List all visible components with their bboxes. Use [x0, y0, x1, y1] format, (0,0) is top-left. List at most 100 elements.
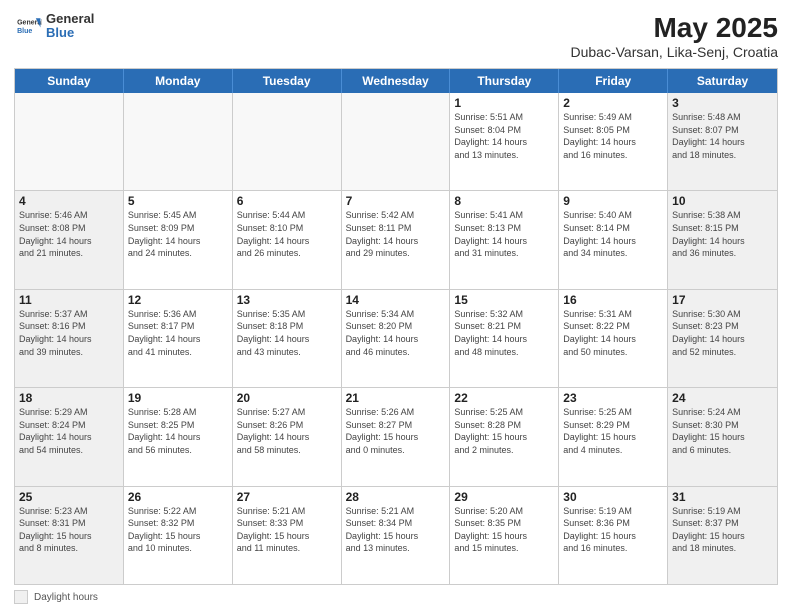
day-24: 24Sunrise: 5:24 AMSunset: 8:30 PMDayligh… — [668, 388, 777, 485]
day-27: 27Sunrise: 5:21 AMSunset: 8:33 PMDayligh… — [233, 487, 342, 584]
day-number-11: 11 — [19, 293, 119, 307]
day-number-25: 25 — [19, 490, 119, 504]
day-number-8: 8 — [454, 194, 554, 208]
day-number-3: 3 — [672, 96, 773, 110]
day-number-7: 7 — [346, 194, 446, 208]
day-number-22: 22 — [454, 391, 554, 405]
day-info-4: Sunrise: 5:46 AMSunset: 8:08 PMDaylight:… — [19, 209, 119, 259]
day-1: 1Sunrise: 5:51 AMSunset: 8:04 PMDaylight… — [450, 93, 559, 190]
day-info-19: Sunrise: 5:28 AMSunset: 8:25 PMDaylight:… — [128, 406, 228, 456]
day-11: 11Sunrise: 5:37 AMSunset: 8:16 PMDayligh… — [15, 290, 124, 387]
day-info-21: Sunrise: 5:26 AMSunset: 8:27 PMDaylight:… — [346, 406, 446, 456]
day-15: 15Sunrise: 5:32 AMSunset: 8:21 PMDayligh… — [450, 290, 559, 387]
day-3: 3Sunrise: 5:48 AMSunset: 8:07 PMDaylight… — [668, 93, 777, 190]
header-wednesday: Wednesday — [342, 69, 451, 93]
day-number-31: 31 — [672, 490, 773, 504]
day-6: 6Sunrise: 5:44 AMSunset: 8:10 PMDaylight… — [233, 191, 342, 288]
page-subtitle: Dubac-Varsan, Lika-Senj, Croatia — [570, 44, 778, 60]
day-info-23: Sunrise: 5:25 AMSunset: 8:29 PMDaylight:… — [563, 406, 663, 456]
day-22: 22Sunrise: 5:25 AMSunset: 8:28 PMDayligh… — [450, 388, 559, 485]
day-28: 28Sunrise: 5:21 AMSunset: 8:34 PMDayligh… — [342, 487, 451, 584]
day-number-14: 14 — [346, 293, 446, 307]
header: General Blue General Blue May 2025 Dubac… — [14, 12, 778, 60]
day-19: 19Sunrise: 5:28 AMSunset: 8:25 PMDayligh… — [124, 388, 233, 485]
day-info-27: Sunrise: 5:21 AMSunset: 8:33 PMDaylight:… — [237, 505, 337, 555]
day-number-24: 24 — [672, 391, 773, 405]
day-number-15: 15 — [454, 293, 554, 307]
day-29: 29Sunrise: 5:20 AMSunset: 8:35 PMDayligh… — [450, 487, 559, 584]
empty-cell — [15, 93, 124, 190]
day-17: 17Sunrise: 5:30 AMSunset: 8:23 PMDayligh… — [668, 290, 777, 387]
day-info-8: Sunrise: 5:41 AMSunset: 8:13 PMDaylight:… — [454, 209, 554, 259]
day-number-16: 16 — [563, 293, 663, 307]
day-info-26: Sunrise: 5:22 AMSunset: 8:32 PMDaylight:… — [128, 505, 228, 555]
week-5: 25Sunrise: 5:23 AMSunset: 8:31 PMDayligh… — [15, 487, 777, 584]
day-info-3: Sunrise: 5:48 AMSunset: 8:07 PMDaylight:… — [672, 111, 773, 161]
day-12: 12Sunrise: 5:36 AMSunset: 8:17 PMDayligh… — [124, 290, 233, 387]
day-info-20: Sunrise: 5:27 AMSunset: 8:26 PMDaylight:… — [237, 406, 337, 456]
day-info-24: Sunrise: 5:24 AMSunset: 8:30 PMDaylight:… — [672, 406, 773, 456]
day-16: 16Sunrise: 5:31 AMSunset: 8:22 PMDayligh… — [559, 290, 668, 387]
day-number-5: 5 — [128, 194, 228, 208]
logo-blue: Blue — [46, 26, 94, 40]
day-number-21: 21 — [346, 391, 446, 405]
day-30: 30Sunrise: 5:19 AMSunset: 8:36 PMDayligh… — [559, 487, 668, 584]
day-31: 31Sunrise: 5:19 AMSunset: 8:37 PMDayligh… — [668, 487, 777, 584]
empty-cell — [233, 93, 342, 190]
day-5: 5Sunrise: 5:45 AMSunset: 8:09 PMDaylight… — [124, 191, 233, 288]
calendar-header: SundayMondayTuesdayWednesdayThursdayFrid… — [15, 69, 777, 93]
day-21: 21Sunrise: 5:26 AMSunset: 8:27 PMDayligh… — [342, 388, 451, 485]
day-23: 23Sunrise: 5:25 AMSunset: 8:29 PMDayligh… — [559, 388, 668, 485]
day-20: 20Sunrise: 5:27 AMSunset: 8:26 PMDayligh… — [233, 388, 342, 485]
day-number-30: 30 — [563, 490, 663, 504]
day-info-1: Sunrise: 5:51 AMSunset: 8:04 PMDaylight:… — [454, 111, 554, 161]
day-25: 25Sunrise: 5:23 AMSunset: 8:31 PMDayligh… — [15, 487, 124, 584]
empty-cell — [124, 93, 233, 190]
page-title: May 2025 — [570, 12, 778, 44]
legend: Daylight hours — [14, 590, 778, 604]
day-number-10: 10 — [672, 194, 773, 208]
day-info-30: Sunrise: 5:19 AMSunset: 8:36 PMDaylight:… — [563, 505, 663, 555]
calendar-body: 1Sunrise: 5:51 AMSunset: 8:04 PMDaylight… — [15, 93, 777, 584]
header-thursday: Thursday — [450, 69, 559, 93]
day-info-2: Sunrise: 5:49 AMSunset: 8:05 PMDaylight:… — [563, 111, 663, 161]
day-number-13: 13 — [237, 293, 337, 307]
day-number-18: 18 — [19, 391, 119, 405]
title-block: May 2025 Dubac-Varsan, Lika-Senj, Croati… — [570, 12, 778, 60]
header-sunday: Sunday — [15, 69, 124, 93]
week-3: 11Sunrise: 5:37 AMSunset: 8:16 PMDayligh… — [15, 290, 777, 388]
day-info-22: Sunrise: 5:25 AMSunset: 8:28 PMDaylight:… — [454, 406, 554, 456]
day-info-14: Sunrise: 5:34 AMSunset: 8:20 PMDaylight:… — [346, 308, 446, 358]
day-info-18: Sunrise: 5:29 AMSunset: 8:24 PMDaylight:… — [19, 406, 119, 456]
empty-cell — [342, 93, 451, 190]
day-info-13: Sunrise: 5:35 AMSunset: 8:18 PMDaylight:… — [237, 308, 337, 358]
svg-text:Blue: Blue — [17, 28, 32, 35]
day-8: 8Sunrise: 5:41 AMSunset: 8:13 PMDaylight… — [450, 191, 559, 288]
legend-box — [14, 590, 28, 604]
day-2: 2Sunrise: 5:49 AMSunset: 8:05 PMDaylight… — [559, 93, 668, 190]
calendar: SundayMondayTuesdayWednesdayThursdayFrid… — [14, 68, 778, 585]
logo: General Blue General Blue — [14, 12, 94, 41]
day-number-1: 1 — [454, 96, 554, 110]
day-number-12: 12 — [128, 293, 228, 307]
day-7: 7Sunrise: 5:42 AMSunset: 8:11 PMDaylight… — [342, 191, 451, 288]
day-14: 14Sunrise: 5:34 AMSunset: 8:20 PMDayligh… — [342, 290, 451, 387]
week-4: 18Sunrise: 5:29 AMSunset: 8:24 PMDayligh… — [15, 388, 777, 486]
logo-icon: General Blue — [14, 12, 42, 40]
header-monday: Monday — [124, 69, 233, 93]
header-tuesday: Tuesday — [233, 69, 342, 93]
header-friday: Friday — [559, 69, 668, 93]
day-info-12: Sunrise: 5:36 AMSunset: 8:17 PMDaylight:… — [128, 308, 228, 358]
day-info-5: Sunrise: 5:45 AMSunset: 8:09 PMDaylight:… — [128, 209, 228, 259]
day-info-17: Sunrise: 5:30 AMSunset: 8:23 PMDaylight:… — [672, 308, 773, 358]
week-1: 1Sunrise: 5:51 AMSunset: 8:04 PMDaylight… — [15, 93, 777, 191]
day-info-7: Sunrise: 5:42 AMSunset: 8:11 PMDaylight:… — [346, 209, 446, 259]
day-number-23: 23 — [563, 391, 663, 405]
day-info-9: Sunrise: 5:40 AMSunset: 8:14 PMDaylight:… — [563, 209, 663, 259]
logo-general: General — [46, 12, 94, 26]
day-info-25: Sunrise: 5:23 AMSunset: 8:31 PMDaylight:… — [19, 505, 119, 555]
day-info-11: Sunrise: 5:37 AMSunset: 8:16 PMDaylight:… — [19, 308, 119, 358]
day-13: 13Sunrise: 5:35 AMSunset: 8:18 PMDayligh… — [233, 290, 342, 387]
day-number-2: 2 — [563, 96, 663, 110]
day-info-16: Sunrise: 5:31 AMSunset: 8:22 PMDaylight:… — [563, 308, 663, 358]
